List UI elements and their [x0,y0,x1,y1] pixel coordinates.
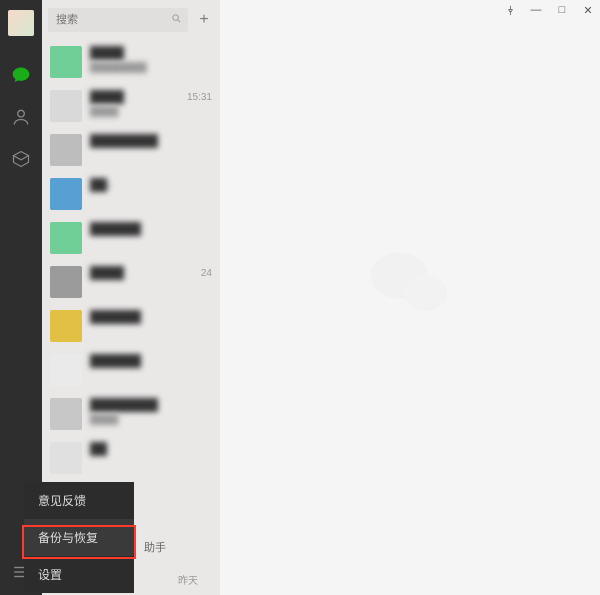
conversation-name: ██████ [90,310,141,324]
conversation-item[interactable]: ████████████ [42,40,220,84]
wechat-logo-icon [365,243,455,328]
search-field[interactable] [54,13,167,27]
conversation-item[interactable]: ████ 15:31 ████ [42,84,220,128]
conversation-item[interactable]: ██ [42,436,220,480]
pin-button[interactable] [504,4,516,16]
conversation-avatar [50,222,82,254]
conversation-avatar [50,46,82,78]
partial-helper-label: 助手 [144,539,166,555]
conversation-name: ██ [90,442,107,456]
conversation-preview: ████████ [90,62,212,73]
conversation-name: ████ [90,90,124,104]
conversation-item[interactable]: ████████ [42,128,220,172]
add-button[interactable]: + [194,10,214,30]
conversation-preview: ████ [90,414,212,425]
conversation-name: ████ [90,46,124,60]
mini-programs-icon[interactable] [10,148,32,170]
menu-item-0[interactable]: 意见反馈 [24,482,134,519]
conversation-preview: ████ [90,106,212,117]
conversation-item[interactable]: ██████ [42,304,220,348]
conversation-avatar [50,266,82,298]
conversation-name: ████████ [90,398,158,412]
minimize-button[interactable]: — [530,4,542,16]
search-row: + [42,0,220,40]
conversation-time: 15:31 [187,92,212,103]
conversation-avatar [50,398,82,430]
contacts-icon[interactable] [10,106,32,128]
conversation-item[interactable]: ██████ [42,348,220,392]
chat-icon[interactable] [10,64,32,86]
main-area: — □ ✕ [220,0,600,595]
menu-item-1[interactable]: 备份与恢复 [24,519,134,556]
conversation-name: ██████ [90,354,141,368]
conversation-name: ████ [90,266,124,280]
conversation-avatar [50,178,82,210]
conversation-avatar [50,442,82,474]
conversation-item[interactable]: ██- [42,172,220,216]
conversation-avatar [50,90,82,122]
conversation-name: ████████ [90,134,158,148]
conversation-time: 24 [201,268,212,279]
search-icon [171,13,182,27]
avatar[interactable] [8,10,34,36]
conversation-avatar [50,134,82,166]
conversation-item[interactable]: ██████ [42,216,220,260]
maximize-button[interactable]: □ [556,4,568,16]
search-input[interactable] [48,8,188,32]
menu-item-2[interactable]: 设置 [24,556,134,593]
conversation-avatar [50,354,82,386]
partial-day-label: 昨天 [178,572,198,587]
conversation-name: ██████ [90,222,141,236]
conversation-item[interactable]: ████████████ [42,392,220,436]
conversation-name: ██- [90,178,111,192]
close-button[interactable]: ✕ [582,4,594,16]
window-controls: — □ ✕ [504,4,594,16]
hamburger-menu: 意见反馈备份与恢复设置 [24,482,134,593]
conversation-avatar [50,310,82,342]
conversation-item[interactable]: ████ 24 [42,260,220,304]
